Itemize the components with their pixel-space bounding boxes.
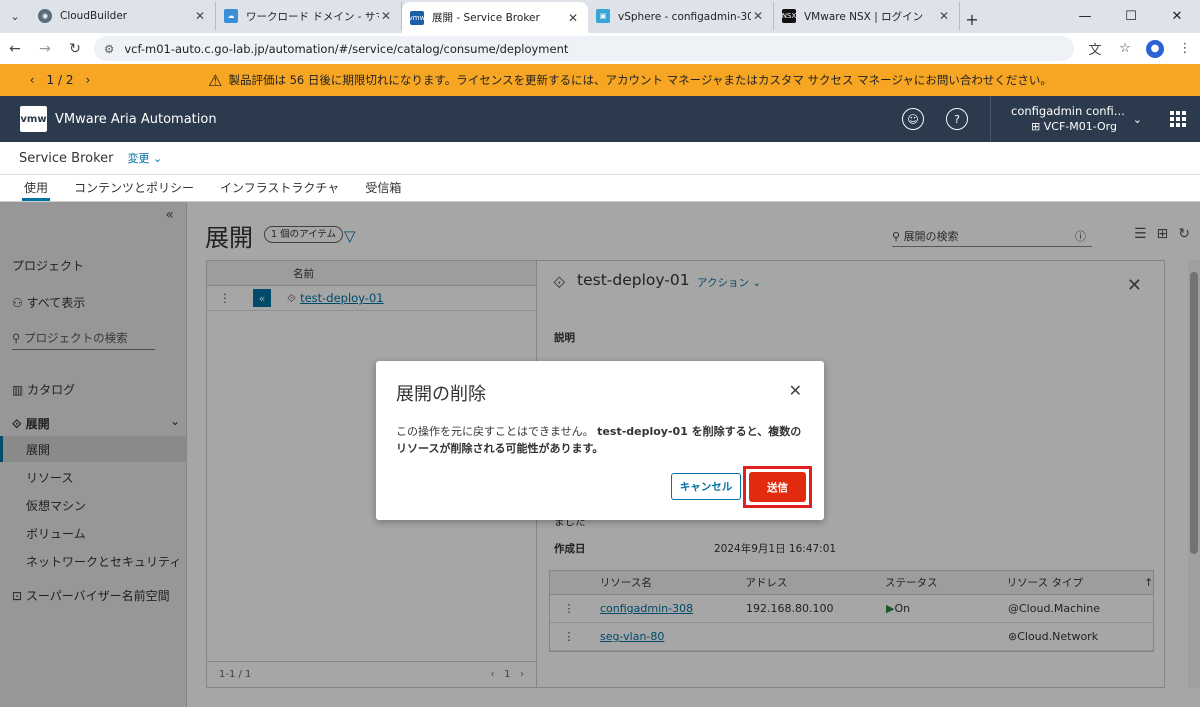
tab-title: CloudBuilder [60,10,128,22]
browser-tabstrip: ⌄ ◉ CloudBuilder ✕ ☁ ワークロード ドメイン - サマリ ✕… [0,0,1200,33]
banner-prev-icon[interactable]: ‹ [30,73,35,87]
submit-highlight-box: 送信 [743,466,812,508]
translate-icon[interactable]: 文 [1080,39,1110,58]
vmw-favicon-icon: vmw [409,10,425,25]
app-header: vmw VMware Aria Automation ☺ ? configadm… [0,96,1200,142]
change-service-dropdown[interactable]: 変更 ⌄ [128,150,163,166]
tab-title: VMware NSX | ログイン [804,10,924,23]
delete-deployment-modal: 展開の削除 ✕ この操作を元に戻すことはできません。 test-deploy-0… [376,361,824,520]
tab-title: 展開 - Service Broker [432,12,540,24]
new-tab-icon[interactable]: + [960,5,984,33]
org-name: ⊞ VCF-M01-Org [1031,120,1117,133]
vmw-logo: vmw [20,106,47,132]
browser-tab[interactable]: ◉ CloudBuilder ✕ [30,2,216,30]
tab-search-icon[interactable]: ⌄ [0,0,30,33]
address-bar: ← → ↻ ⚙ vcf-m01-auto.c.go-lab.jp/automat… [0,33,1200,64]
close-icon[interactable]: ✕ [789,381,802,400]
url-text: vcf-m01-auto.c.go-lab.jp/automation/#/se… [124,41,569,56]
tab-title: vSphere - configadmin-308 - サ [618,10,751,23]
tab-close-icon[interactable]: ✕ [193,9,207,23]
banner-next-icon[interactable]: › [85,73,90,87]
reload-icon[interactable]: ↻ [60,41,90,57]
site-settings-icon[interactable]: ⚙ [104,42,114,56]
maximize-icon[interactable]: ☐ [1108,0,1154,33]
cancel-button[interactable]: キャンセル [671,473,741,500]
window-controls: — ☐ ✕ [1062,0,1200,33]
org-icon: ⊞ [1031,120,1044,133]
tab-close-icon[interactable]: ✕ [566,11,580,25]
modal-title: 展開の削除 [396,384,486,405]
cloudbuilder-favicon-icon: ◉ [38,9,52,23]
banner-pager: ‹ 1 / 2 › [0,73,120,87]
url-field[interactable]: ⚙ vcf-m01-auto.c.go-lab.jp/automation/#/… [94,36,1074,61]
nsx-favicon-icon: NSX [782,9,796,23]
browser-tab[interactable]: ▣ vSphere - configadmin-308 - サ ✕ [588,2,774,30]
tab-close-icon[interactable]: ✕ [937,9,951,23]
modal-body: この操作を元に戻すことはできません。 test-deploy-01 を削除すると… [396,423,806,457]
service-name: Service Broker [19,150,114,166]
tab-inbox[interactable]: 受信箱 [363,179,403,201]
app-title: VMware Aria Automation [55,111,217,127]
submit-button[interactable]: 送信 [749,472,806,502]
nav-tabs: 使用 コンテンツとポリシー インフラストラクチャ 受信箱 [0,175,1200,202]
help-icon[interactable]: ? [946,108,969,130]
cloud-favicon-icon: ☁ [224,9,238,23]
bookmark-star-icon[interactable]: ☆ [1110,41,1140,56]
tab-content-policies[interactable]: コンテンツとポリシー [72,179,196,201]
close-window-icon[interactable]: ✕ [1154,0,1200,33]
app-switcher-grid-icon[interactable] [1170,111,1186,127]
tab-close-icon[interactable]: ✕ [751,9,765,23]
user-menu[interactable]: configadmin confi... ⊞ VCF-M01-Org [990,96,1133,142]
tab-consume[interactable]: 使用 [22,179,51,201]
forward-icon[interactable]: → [30,41,60,57]
tab-close-icon[interactable]: ✕ [379,9,393,23]
browser-menu-icon[interactable]: ⋮ [1170,41,1200,56]
modal-body-prefix: この操作を元に戻すことはできません。 [396,425,594,438]
vsphere-favicon-icon: ▣ [596,9,610,23]
browser-tab[interactable]: NSX VMware NSX | ログイン ✕ [774,2,960,30]
tab-infrastructure[interactable]: インフラストラクチャ [218,179,341,201]
tab-title: ワークロード ドメイン - サマリ [246,10,379,23]
browser-tab[interactable]: ☁ ワークロード ドメイン - サマリ ✕ [216,2,402,30]
service-subheader: Service Broker 変更 ⌄ [0,142,1200,175]
user-chevron-down-icon[interactable]: ⌄ [1133,113,1142,126]
banner-page: 1 / 2 [46,73,74,87]
banner-message: 製品評価は 56 日後に期限切れになります。ライセンスを更新するには、アカウント… [228,73,1052,87]
license-banner: ‹ 1 / 2 › ⚠ 製品評価は 56 日後に期限切れになります。ライセンスを… [0,64,1200,96]
back-icon[interactable]: ← [0,41,30,57]
browser-tab-active[interactable]: vmw 展開 - Service Broker ✕ [402,2,588,33]
profile-avatar-icon[interactable]: ● [1146,39,1164,58]
minimize-icon[interactable]: — [1062,0,1108,33]
feedback-smiley-icon[interactable]: ☺ [902,108,925,130]
user-name: configadmin confi... [1011,104,1125,118]
warning-icon: ⚠ [208,70,223,90]
